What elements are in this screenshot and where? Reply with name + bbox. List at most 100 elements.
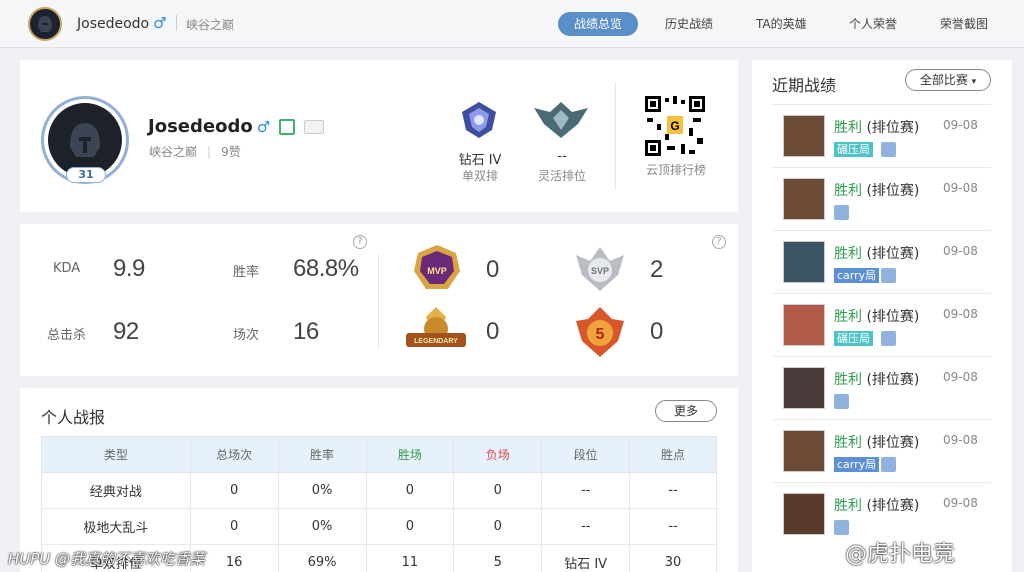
image-icon[interactable]: [881, 142, 896, 157]
list-item[interactable]: 胜利 (排位赛) 09-08 碾压局: [773, 104, 991, 167]
help-icon[interactable]: ?: [353, 235, 367, 249]
tab-overview[interactable]: 战绩总览: [558, 12, 639, 36]
match-result: 胜利 (排位赛): [834, 120, 920, 136]
helmet-icon: [48, 103, 122, 177]
match-result: 胜利 (排位赛): [834, 498, 920, 514]
avatar[interactable]: [28, 7, 62, 41]
chevron-down-icon: ▾: [971, 77, 977, 87]
pentakill-badge-icon: 5: [576, 307, 624, 357]
svp-count: 2: [650, 256, 664, 283]
table-cell: 69%: [277, 544, 367, 572]
solo-label: 单双排: [461, 169, 498, 183]
help-icon[interactable]: ?: [712, 235, 726, 249]
table-cell: 钻石 IV: [541, 544, 631, 572]
svg-text:MVP: MVP: [427, 266, 447, 276]
match-tag: carry局: [834, 457, 880, 472]
match-date: 09-08: [943, 370, 978, 384]
svg-text:G: G: [670, 119, 679, 133]
column-header: 胜点: [629, 436, 717, 473]
mvp-badge-icon: MVP: [414, 245, 460, 289]
winrate-label: 胜率: [233, 265, 260, 280]
image-icon[interactable]: [834, 205, 849, 220]
match-result: 胜利 (排位赛): [834, 309, 920, 325]
table-row: 极地大乱斗 0 0% 0 0 -- --: [41, 508, 717, 545]
profile-name: Josedeodo ♂: [148, 116, 324, 137]
image-icon[interactable]: [881, 331, 896, 346]
filter-dropdown[interactable]: 全部比赛 ▾: [905, 69, 991, 91]
list-item[interactable]: 胜利 (排位赛) 09-08 carry局: [773, 419, 991, 482]
match-tag: 碾压局: [834, 142, 873, 157]
image-icon[interactable]: [881, 268, 896, 283]
qr-code-icon[interactable]: G: [643, 94, 707, 158]
tab-history[interactable]: 历史战绩: [665, 12, 713, 36]
table-cell: 0: [189, 508, 279, 545]
table-header-row: 类型 总场次 胜率 胜场 负场 段位 胜点: [41, 436, 717, 473]
tab-heroes[interactable]: TA的英雄: [756, 12, 807, 36]
mvp-count: 0: [486, 256, 500, 283]
list-item[interactable]: 胜利 (排位赛) 09-08 carry局: [773, 230, 991, 293]
list-item[interactable]: 胜利 (排位赛) 09-08 碾压局: [773, 293, 991, 356]
match-result: 胜利 (排位赛): [834, 372, 920, 388]
solo-rank: 钻石 IV: [458, 153, 502, 168]
header-server: 峡谷之巅: [186, 18, 235, 32]
profile-sub: 峡谷之巅 | 9赞: [149, 145, 241, 159]
vip-icon: [303, 120, 324, 134]
champion-avatar: [783, 241, 825, 283]
report-title: 个人战报: [41, 408, 106, 427]
champion-avatar: [783, 304, 825, 346]
table-cell: --: [629, 472, 717, 509]
list-item[interactable]: 胜利 (排位赛) 09-08: [773, 356, 991, 419]
match-date: 09-08: [943, 307, 978, 321]
champion-avatar: [783, 430, 825, 472]
pentakill-count: 0: [650, 318, 664, 345]
table-cell: 0: [365, 508, 455, 545]
match-result: 胜利 (排位赛): [834, 435, 920, 451]
table-cell: 极地大乱斗: [41, 508, 191, 545]
column-header: 胜率: [277, 436, 367, 473]
champion-avatar: [783, 115, 825, 157]
match-tag: carry局: [834, 268, 880, 283]
svp-badge-icon: SVP: [576, 247, 624, 291]
table-cell: 30: [629, 544, 717, 572]
column-header: 胜场: [365, 436, 455, 473]
match-date: 09-08: [943, 433, 978, 447]
image-icon[interactable]: [881, 457, 896, 472]
unranked-icon: [534, 102, 588, 138]
table-cell: --: [541, 472, 631, 509]
watermark-left: HUPU @我真的不喜欢吃香菜: [8, 550, 206, 568]
list-item[interactable]: 胜利 (排位赛) 09-08: [773, 167, 991, 230]
kills-label: 总击杀: [47, 328, 87, 343]
svg-text:5: 5: [596, 326, 605, 343]
match-tag: 碾压局: [834, 331, 873, 346]
svg-text:SVP: SVP: [591, 266, 609, 276]
image-icon[interactable]: [834, 394, 849, 409]
top-bar: Josedeodo ♂ 峡谷之巅 战绩总览 历史战绩 TA的英雄 个人荣誉 荣誉截…: [0, 0, 1024, 48]
male-icon: ♂: [153, 14, 167, 32]
legendary-count: 0: [486, 318, 500, 345]
match-date: 09-08: [943, 181, 978, 195]
champion-avatar: [783, 178, 825, 220]
games-label: 场次: [233, 328, 260, 343]
table-cell: 经典对战: [41, 472, 191, 509]
svg-text:LEGENDARY: LEGENDARY: [414, 338, 458, 345]
table-row: 经典对战 0 0% 0 0 -- --: [41, 472, 717, 509]
tab-screenshots[interactable]: 荣誉截图: [940, 12, 988, 36]
table-cell: 11: [365, 544, 455, 572]
match-date: 09-08: [943, 244, 978, 258]
kda-label: KDA: [53, 261, 81, 276]
kda-value: 9.9: [113, 255, 145, 282]
image-icon[interactable]: [834, 520, 849, 535]
table-cell: 0: [453, 508, 543, 545]
column-header: 段位: [541, 436, 631, 473]
match-date: 09-08: [943, 118, 978, 132]
watermark-right: @虎扑电竞: [845, 542, 956, 567]
more-button[interactable]: 更多: [655, 400, 717, 422]
stats-card: [20, 224, 738, 376]
copy-icon[interactable]: [279, 119, 296, 135]
divider: [615, 82, 616, 190]
header-username: Josedeodo ♂: [77, 14, 167, 32]
tab-honors[interactable]: 个人荣誉: [849, 12, 897, 36]
flex-rank: --: [557, 149, 567, 164]
level-badge: 31: [66, 167, 106, 183]
column-header: 类型: [41, 436, 191, 473]
